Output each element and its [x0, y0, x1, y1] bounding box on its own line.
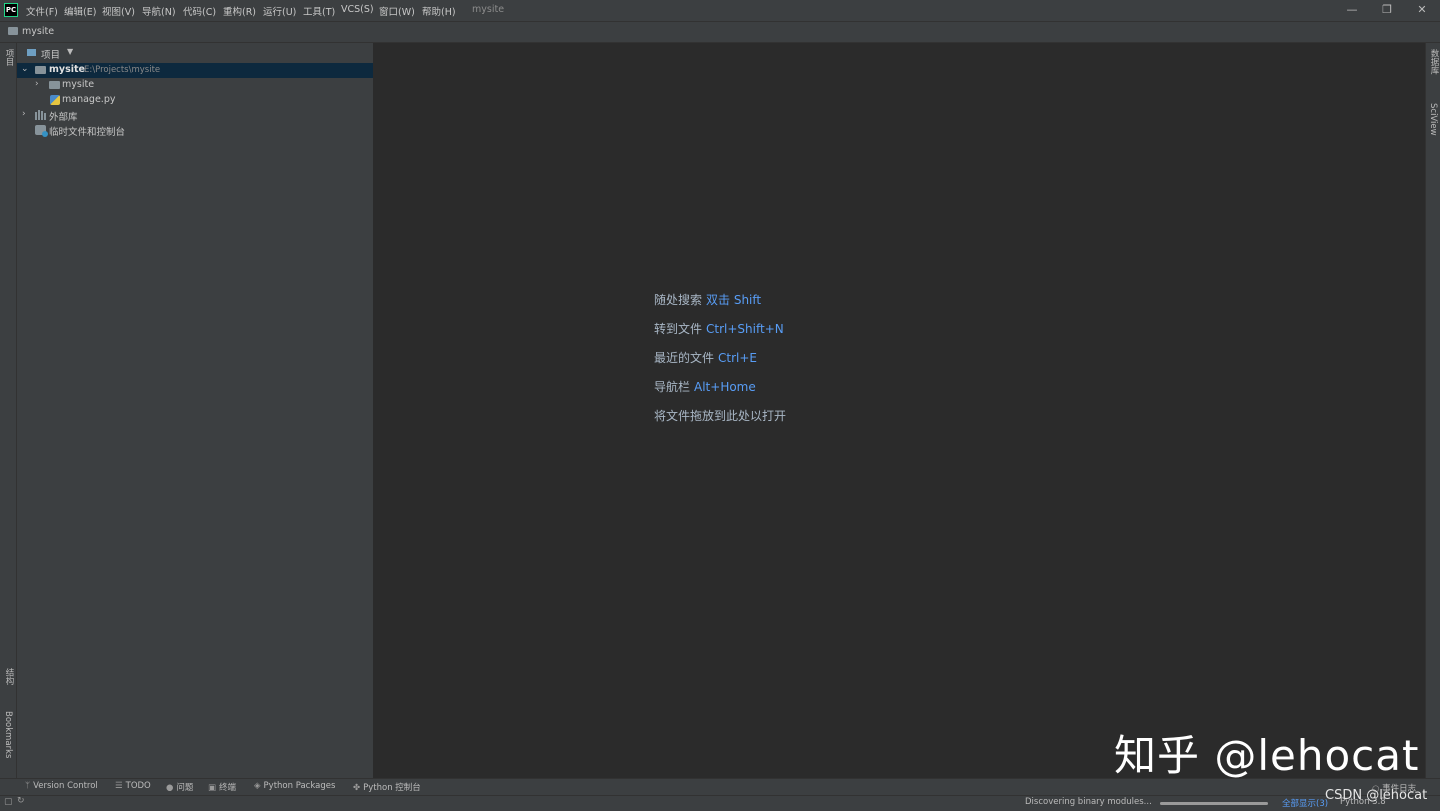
title-bar: PC 文件(F) 编辑(E) 视图(V) 导航(N) 代码(C) 重构(R) 运…	[0, 0, 1440, 22]
list-icon: ☰	[115, 781, 123, 791]
tree-item-scratches[interactable]: 临时文件和控制台	[17, 123, 373, 138]
project-view-label: 项目	[41, 50, 61, 61]
folder-icon	[8, 27, 18, 35]
project-tool-tab[interactable]: 项目	[3, 49, 15, 66]
tab-version-control[interactable]: ᛘ Version Control	[25, 781, 98, 791]
project-view-icon	[26, 48, 37, 57]
breadcrumb-project[interactable]: mysite	[22, 26, 54, 37]
tree-item-folder[interactable]: › mysite	[17, 78, 373, 93]
hint-navigation-bar: 导航栏 Alt+Home	[654, 378, 756, 395]
menu-help[interactable]: 帮助(H)	[422, 4, 456, 18]
tree-item-label: 外部库	[49, 112, 78, 123]
hint-shortcut: 双击 Shift	[706, 293, 762, 307]
chevron-right-icon[interactable]: ›	[22, 109, 26, 119]
tab-label: 问题	[176, 783, 194, 793]
hint-label: 导航栏	[654, 380, 691, 394]
refresh-icon[interactable]: ↻	[17, 796, 25, 806]
tab-problems[interactable]: ● 问题	[166, 781, 193, 793]
tab-label: Python 控制台	[363, 783, 421, 793]
branch-icon: ᛘ	[25, 781, 31, 791]
tree-item-label: 临时文件和控制台	[49, 127, 126, 138]
hint-shortcut: Alt+Home	[694, 380, 756, 394]
folder-icon	[49, 81, 60, 89]
tree-item-path: E:\Projects\mysite	[84, 65, 161, 75]
hint-recent-files: 最近的文件 Ctrl+E	[654, 349, 757, 366]
menu-refactor[interactable]: 重构(R)	[223, 4, 256, 18]
scratches-icon	[35, 125, 48, 137]
tree-item-label: mysite	[49, 64, 85, 75]
layout-icon[interactable]: ▢	[4, 797, 13, 807]
info-icon: ●	[166, 783, 174, 793]
tab-todo[interactable]: ☰ TODO	[115, 781, 151, 791]
minimize-button[interactable]: —	[1337, 2, 1367, 18]
hint-search-everywhere: 随处搜索 双击 Shift	[654, 291, 761, 308]
tab-label: Version Control	[33, 781, 98, 791]
chevron-down-icon[interactable]: ▼	[67, 47, 73, 56]
zhihu-watermark: 知乎 @lehocat	[1114, 731, 1420, 780]
hint-drop-files: 将文件拖放到此处以打开	[654, 407, 786, 424]
database-tool-tab[interactable]: 数据库	[1428, 49, 1440, 75]
window-title: mysite	[472, 4, 505, 15]
menu-navigate[interactable]: 导航(N)	[142, 4, 176, 18]
show-all-tasks-link[interactable]: 全部显示(3)	[1282, 797, 1328, 809]
tab-label: 终端	[219, 783, 237, 793]
restore-button[interactable]: ❐	[1372, 2, 1402, 18]
hint-shortcut: Ctrl+E	[718, 351, 758, 365]
structure-tool-tab[interactable]: 结构	[3, 668, 15, 685]
status-bar: ▢ ↻ Discovering binary modules... 全部显示(3…	[0, 795, 1440, 811]
chevron-right-icon[interactable]: ›	[35, 79, 39, 89]
libraries-icon	[35, 110, 46, 120]
right-tool-strip: 数据库 SciView	[1425, 43, 1440, 778]
terminal-icon: ▣	[208, 783, 217, 793]
tree-item-root[interactable]: ⌄ mysite E:\Projects\mysite	[17, 63, 373, 78]
tab-terminal[interactable]: ▣ 终端	[208, 781, 236, 793]
menu-run[interactable]: 运行(U)	[263, 4, 296, 18]
tree-item-label: mysite	[62, 79, 95, 90]
background-task-text[interactable]: Discovering binary modules...	[1025, 797, 1152, 807]
menu-window[interactable]: 窗口(W)	[379, 4, 415, 18]
menu-edit[interactable]: 编辑(E)	[64, 4, 96, 18]
csdn-watermark: CSDN @lehocat	[1325, 788, 1428, 803]
menu-view[interactable]: 视图(V)	[102, 4, 135, 18]
tab-label: TODO	[125, 781, 151, 791]
hint-shortcut: Ctrl+Shift+N	[706, 322, 784, 336]
chevron-down-icon[interactable]: ⌄	[21, 64, 29, 74]
menu-vcs[interactable]: VCS(S)	[341, 4, 374, 15]
layers-icon: ◈	[254, 781, 261, 791]
sciview-tool-tab[interactable]: SciView	[1428, 103, 1438, 136]
tree-item-external-libs[interactable]: › 外部库	[17, 108, 373, 123]
background-task-progress	[1160, 802, 1268, 805]
hint-label: 转到文件	[654, 322, 703, 336]
menu-tools[interactable]: 工具(T)	[303, 4, 335, 18]
pycharm-logo-icon: PC	[4, 3, 18, 17]
navigation-bar: mysite	[0, 22, 1440, 43]
menu-file[interactable]: 文件(F)	[26, 4, 58, 18]
hint-goto-file: 转到文件 Ctrl+Shift+N	[654, 320, 784, 337]
tab-python-console[interactable]: ✤ Python 控制台	[353, 781, 421, 793]
hint-label: 随处搜索	[654, 293, 703, 307]
tab-python-packages[interactable]: ◈ Python Packages	[254, 781, 335, 791]
bookmarks-tool-tab[interactable]: Bookmarks	[3, 711, 13, 759]
python-icon: ✤	[353, 783, 361, 793]
menu-code[interactable]: 代码(C)	[183, 4, 216, 18]
editor-area[interactable]: 随处搜索 双击 Shift 转到文件 Ctrl+Shift+N 最近的文件 Ctrl+…	[374, 43, 1424, 778]
tree-item-file[interactable]: manage.py	[17, 93, 373, 108]
close-button[interactable]: ✕	[1407, 2, 1437, 18]
tab-label: Python Packages	[263, 781, 336, 791]
project-panel: 项目 ▼ ⌄ mysite E:\Projects\mysite › mysit…	[17, 43, 374, 778]
project-panel-header[interactable]: 项目 ▼	[17, 43, 373, 63]
folder-icon	[35, 66, 46, 74]
hint-label: 最近的文件	[654, 351, 715, 365]
left-tool-strip: 项目 结构 Bookmarks	[0, 43, 17, 778]
tree-item-label: manage.py	[62, 94, 116, 105]
hint-label: 将文件拖放到此处以打开	[654, 409, 787, 423]
progress-fill	[1160, 802, 1268, 805]
python-file-icon	[50, 95, 60, 105]
